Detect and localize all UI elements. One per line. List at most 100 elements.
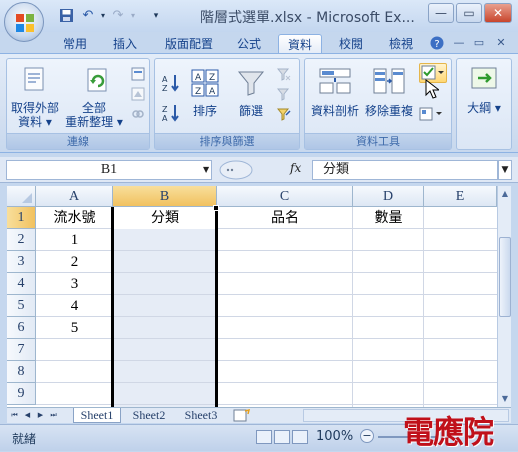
customize-qat-icon[interactable]: ▾ [148,8,164,24]
zoom-out-icon[interactable]: − [360,429,374,443]
svg-text:A: A [195,73,202,83]
first-sheet-icon[interactable]: ⏮ [9,409,20,422]
sort-dialog-icon: AZZA [191,69,219,100]
group-connections-label: 連線 [7,133,149,149]
vertical-scrollbar[interactable]: ▲ ▼ [497,186,511,407]
zoom-level[interactable]: 100% [316,429,353,444]
normal-view-icon[interactable] [256,430,272,444]
svg-text:Z: Z [195,87,201,97]
outline-button[interactable]: 大綱 ▾ [457,101,511,115]
sort-button[interactable]: 排序 [185,104,225,118]
redo-dropdown-icon[interactable]: ▾ [125,8,141,24]
next-sheet-icon[interactable]: ▶ [35,409,46,422]
minimize-button[interactable]: — [428,3,454,23]
properties-icon[interactable] [131,87,145,104]
cell-a2[interactable]: 1 [36,229,113,251]
row-header-6[interactable]: 6 [7,317,36,339]
cell-a6[interactable]: 5 [36,317,113,339]
edit-links-icon[interactable] [131,107,145,124]
text-to-columns-button[interactable]: 資料剖析 [309,104,361,118]
filter-icon [237,69,265,100]
remove-duplicates-button[interactable]: 移除重複 [363,104,415,118]
cell-c1[interactable]: 品名 [217,207,353,229]
group-data-tools: 資料剖析 移除重複 資料工具 [304,58,452,150]
page-layout-view-icon[interactable] [274,430,290,444]
row-header-3[interactable]: 3 [7,251,36,273]
text-to-columns-icon [319,67,351,98]
office-logo-icon [16,14,34,32]
get-external-data-label-2: 資料 ▾ [18,115,52,129]
scroll-down-icon[interactable]: ▼ [498,391,512,407]
undo-icon[interactable]: ↶ [80,8,96,24]
fill-handle[interactable] [213,205,219,211]
ribbon-close-icon[interactable]: ✕ [494,36,508,50]
restore-button[interactable]: ▭ [456,3,482,23]
prev-sheet-icon[interactable]: ◀ [22,409,33,422]
row-header-4[interactable]: 4 [7,273,36,295]
cell-a3[interactable]: 2 [36,251,113,273]
page-break-view-icon[interactable] [292,430,308,444]
vertical-scroll-thumb[interactable] [499,237,511,317]
svg-text:Z: Z [209,73,215,83]
sheet-tab-1[interactable]: Sheet1 [73,408,121,423]
cell-a5[interactable]: 4 [36,295,113,317]
tab-view[interactable]: 檢視 [380,34,422,54]
tab-review[interactable]: 校閱 [330,34,372,54]
row-header-8[interactable]: 8 [7,361,36,383]
tab-page-layout[interactable]: 版面配置 [158,34,220,54]
undo-dropdown-icon[interactable]: ▾ [95,8,111,24]
row-header-9[interactable]: 9 [7,383,36,405]
what-if-analysis-icon[interactable] [419,107,445,124]
last-sheet-icon[interactable]: ⏭ [48,409,59,422]
select-all-corner[interactable] [7,186,36,207]
group-connections: 取得外部 資料 ▾ 全部 重新整理 ▾ 連線 [6,58,150,150]
close-button[interactable]: ✕ [484,3,512,23]
formula-bar: B1 ▼ fx 分類 ▼ [0,157,518,183]
tab-formulas[interactable]: 公式 [228,34,270,54]
sheet-tab-2[interactable]: Sheet2 [125,408,173,423]
sheet-tab-3[interactable]: Sheet3 [177,408,225,423]
redo-icon[interactable]: ↷ [110,8,126,24]
insert-function-icon[interactable]: fx [290,161,301,175]
ribbon-minimize-icon[interactable]: — [452,36,466,50]
column-header-e[interactable]: E [424,186,497,207]
office-button[interactable] [4,2,44,42]
row-header-2[interactable]: 2 [7,229,36,251]
group-sort-filter: AZ ZA AZZA 排序 篩選 排序與篩選 [154,58,300,150]
tab-home[interactable]: 常用 [54,34,96,54]
cell-d1[interactable]: 數量 [353,207,424,229]
filter-button[interactable]: 篩選 [231,104,271,118]
scroll-up-icon[interactable]: ▲ [498,186,512,202]
name-box[interactable]: B1 [6,160,212,180]
insert-sheet-icon[interactable] [233,408,251,425]
reapply-filter-icon[interactable] [276,87,291,104]
svg-text:A: A [209,87,216,97]
row-header-1[interactable]: 1 [7,207,36,229]
expand-formula-bar-icon[interactable]: ▼ [498,160,512,180]
column-header-b[interactable]: B [113,186,217,207]
group-sort-filter-label: 排序與篩選 [155,133,299,149]
tab-data[interactable]: 資料 [278,34,322,54]
name-box-dropdown-icon[interactable]: ▼ [203,160,213,180]
save-icon[interactable] [58,8,74,24]
worksheet-grid[interactable]: A B C D E 1 2 3 4 5 6 7 8 9 流水號 分類 品名 數量… [7,186,497,407]
help-icon[interactable]: ? [430,36,444,50]
tab-insert[interactable]: 插入 [104,34,146,54]
column-header-c[interactable]: C [217,186,353,207]
row-header-7[interactable]: 7 [7,339,36,361]
connections-icon[interactable] [131,67,145,84]
window-title: 階層式選單.xlsx - Microsoft Ex... [200,10,415,26]
sort-za-icon[interactable]: ZA [161,103,183,126]
refresh-all-button[interactable]: 全部 重新整理 ▾ [63,101,125,129]
row-header-5[interactable]: 5 [7,295,36,317]
formula-input[interactable]: 分類 [312,160,498,180]
sort-az-icon[interactable]: AZ [161,73,183,96]
column-header-d[interactable]: D [353,186,424,207]
column-header-a[interactable]: A [36,186,113,207]
cell-a1[interactable]: 流水號 [36,207,113,229]
clear-filter-icon[interactable] [276,67,291,84]
get-external-data-button[interactable]: 取得外部 資料 ▾ [9,101,61,129]
ribbon-restore-icon[interactable]: ▭ [472,36,486,50]
cell-a4[interactable]: 3 [36,273,113,295]
advanced-filter-icon[interactable] [276,107,291,124]
